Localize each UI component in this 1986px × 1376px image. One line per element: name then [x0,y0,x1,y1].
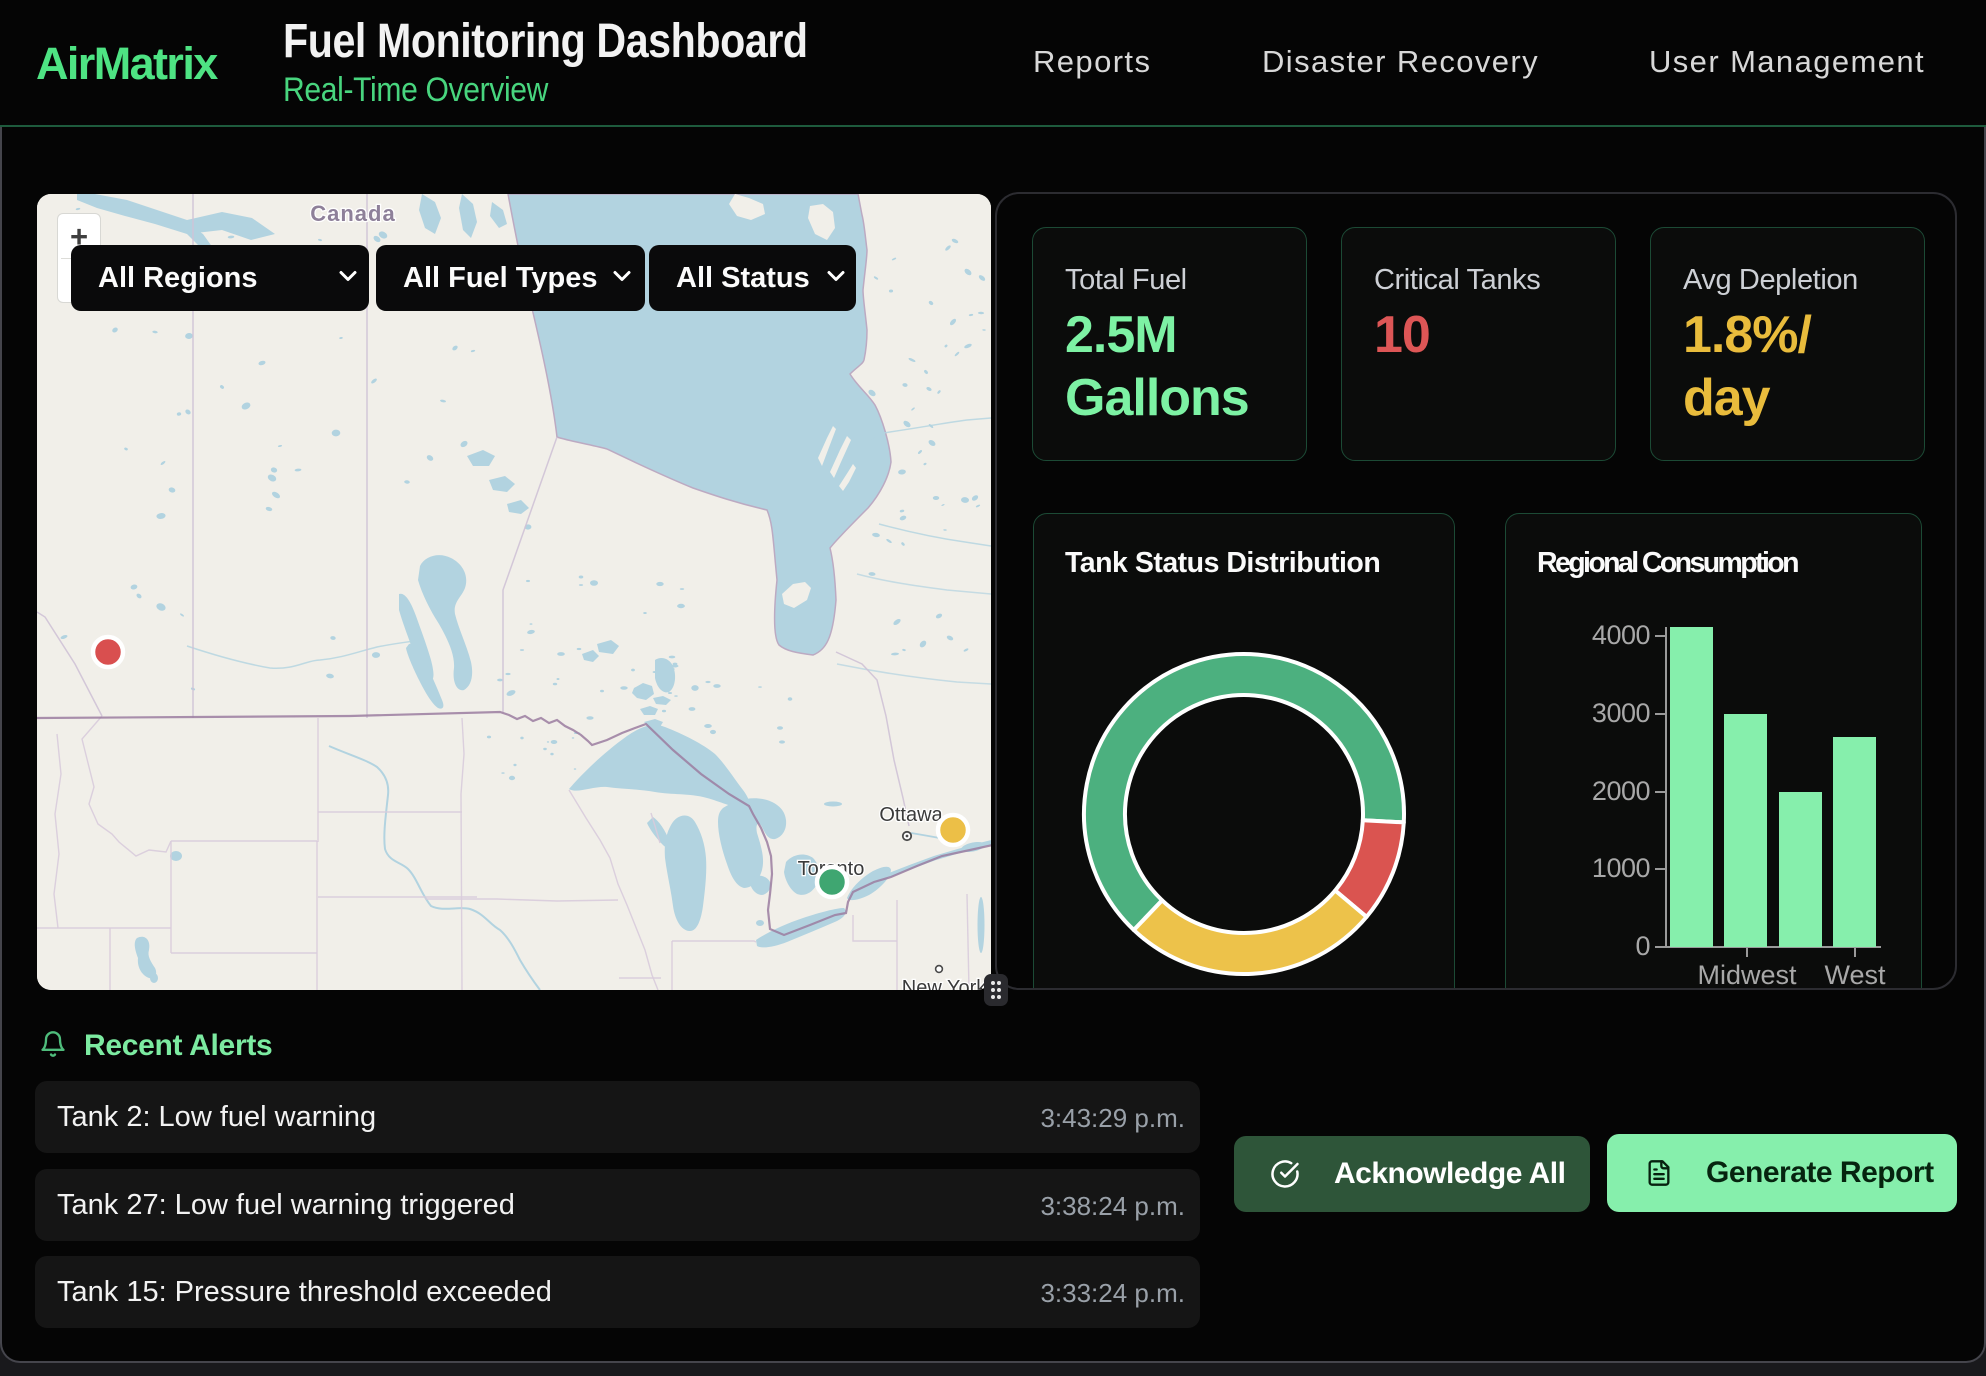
svg-text:Ottawa: Ottawa [879,804,943,826]
svg-text:New York: New York [902,977,987,990]
svg-text:Canada: Canada [310,201,395,226]
